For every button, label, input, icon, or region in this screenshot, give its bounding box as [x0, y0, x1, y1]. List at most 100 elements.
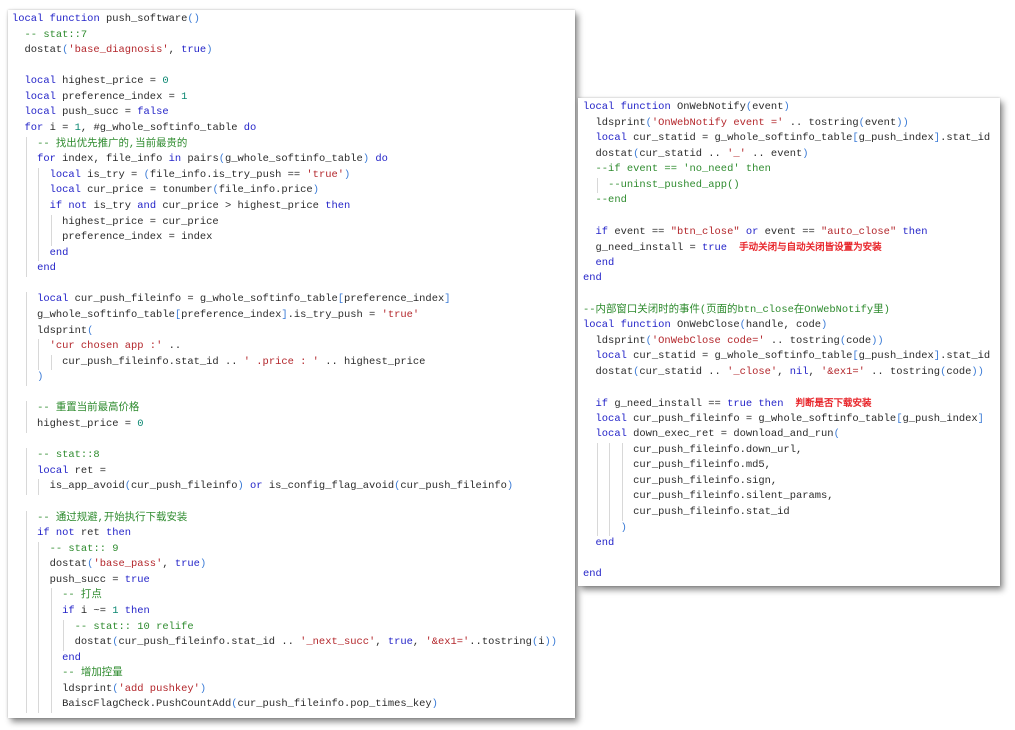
- code-text: --内部窗口关闭时的事件(页面的btn_close在OnWebNotify里): [583, 303, 890, 316]
- code-line: local cur_statid = g_whole_softinfo_tabl…: [583, 349, 991, 365]
- indent-guide: [38, 557, 40, 573]
- code-text: local function push_software(): [12, 13, 200, 25]
- indent-guide: [25, 463, 27, 480]
- indent-guide: [25, 198, 27, 215]
- indent-guide: [609, 473, 611, 490]
- code-text: if not ret then: [37, 527, 132, 540]
- indent-guide: [38, 230, 40, 246]
- code-line: local is_try = (file_info.is_try_push ==…: [12, 167, 557, 184]
- code-text: -- 找出优先推广的,当前最贵的: [37, 137, 188, 150]
- code-text: push_succ = true: [12, 573, 150, 586]
- indent-guide: [38, 541, 40, 558]
- code-line: --内部窗口关闭时的事件(页面的btn_close在OnWebNotify里): [583, 303, 990, 319]
- indent-guide: [25, 214, 27, 231]
- code-text: -- stat:: 9: [49, 542, 119, 555]
- indent-guide: [50, 588, 52, 604]
- code-line: local function push_software(): [12, 12, 557, 28]
- indent-guide: [25, 666, 27, 682]
- indent-guide: [38, 167, 40, 184]
- code-line: end: [583, 536, 990, 552]
- code-text: if g_need_install == true then: [595, 397, 784, 410]
- indent-guide: [25, 354, 27, 371]
- code-text: cur_push_fileinfo.sign,: [583, 474, 778, 487]
- indent-guide: [38, 245, 40, 262]
- indent-guide: [63, 619, 65, 636]
- indent-guide: [609, 489, 611, 506]
- code-line: end: [583, 256, 990, 272]
- code-text: -- 重置当前最高价格: [37, 402, 140, 415]
- code-text: local highest_price = 0: [24, 75, 169, 88]
- code-line: cur_push_fileinfo.down_url,: [583, 442, 990, 459]
- code-line: highest_price = 0: [12, 417, 557, 433]
- indent-guide: [25, 619, 27, 636]
- code-line: push_succ = true: [12, 572, 557, 589]
- indent-guide: [25, 230, 27, 246]
- code-line: cur_push_fileinfo.silent_params,: [583, 489, 990, 506]
- code-text: preference_index = index: [12, 231, 213, 244]
- code-screenshot-push-software: local function push_software() -- stat::…: [8, 10, 575, 718]
- code-line: -- stat::7: [12, 28, 557, 44]
- code-text: BaiscFlagCheck.PushCountAdd(cur_push_fil…: [12, 698, 438, 711]
- indent-guide: [38, 697, 40, 714]
- code-text: --uninst_pushed_app(): [608, 178, 740, 191]
- code-line: for index, file_info in pairs(g_whole_so…: [12, 152, 557, 168]
- code-line: local push_succ = false: [12, 105, 557, 121]
- code-line: if not is_try and cur_price > highest_pr…: [12, 198, 557, 215]
- indent-guide: [25, 541, 27, 558]
- indent-guide: [25, 572, 27, 589]
- indent-guide: [25, 370, 27, 386]
- code-line: dostat(cur_push_fileinfo.stat_id .. '_ne…: [12, 635, 557, 651]
- code-text: ldsprint(: [12, 324, 94, 337]
- indent-guide: [38, 588, 40, 604]
- code-text: local preference_index = 1: [24, 90, 188, 103]
- indent-guide: [25, 307, 27, 324]
- code-line: -- 通过规避,开始执行下载安装: [12, 510, 557, 527]
- indent-guide: [50, 230, 52, 246]
- code-text: end: [583, 568, 602, 581]
- code-text: ): [37, 371, 44, 384]
- indent-guide: [38, 214, 40, 231]
- code-text: if not is_try and cur_price > highest_pr…: [49, 199, 351, 212]
- code-text: end: [595, 256, 615, 269]
- code-text: ): [620, 521, 627, 534]
- code-text: dostat('base_diagnosis', true): [12, 44, 213, 57]
- indent-guide: [25, 650, 27, 667]
- code-text: ldsprint('OnWebNotify event =' .. tostri…: [583, 116, 909, 129]
- indent-guide: [50, 650, 52, 667]
- code-text: --if event == 'no_need' then: [595, 163, 771, 176]
- code-line: for i = 1, #g_whole_softinfo_table do: [12, 121, 557, 137]
- code-text: -- stat::7: [24, 28, 88, 41]
- code-text: local down_exec_ret = download_and_run(: [595, 428, 840, 441]
- code-line: end: [12, 650, 557, 667]
- code-text: cur_push_fileinfo.silent_params,: [583, 490, 834, 503]
- indent-guide: [50, 354, 52, 371]
- red-annotation: 判断是否下载安装: [795, 397, 872, 409]
- indent-guide: [38, 183, 40, 199]
- code-line: dostat('base_diagnosis', true): [12, 43, 557, 59]
- code-text: ldsprint('add pushkey'): [12, 682, 207, 695]
- code-text: -- 增加控量: [62, 667, 123, 680]
- code-line: local highest_price = 0: [12, 74, 557, 90]
- indent-guide: [25, 339, 27, 355]
- indent-guide: [50, 697, 52, 714]
- code-text: local function OnWebNotify(event): [583, 101, 790, 113]
- indent-guide: [621, 473, 623, 490]
- code-text: -- 通过规避,开始执行下载安装: [37, 511, 188, 524]
- indent-guide: [596, 442, 598, 459]
- code-line: --end: [583, 193, 990, 209]
- code-line: dostat(cur_statid .. '_close', nil, '&ex…: [583, 365, 990, 381]
- code-line: --if event == 'no_need' then: [583, 162, 990, 178]
- code-line: cur_push_fileinfo.stat_id: [583, 505, 990, 521]
- code-line: local function OnWebClose(handle, code): [583, 318, 990, 334]
- indent-guide: [25, 526, 27, 542]
- indent-guide: [596, 520, 598, 537]
- code-text: g_need_install = true: [583, 242, 728, 255]
- code-line: local ret =: [12, 463, 557, 480]
- indent-guide: [609, 505, 611, 521]
- code-text: dostat(cur_statid .. '_' .. event): [583, 147, 809, 160]
- indent-guide: [38, 603, 40, 620]
